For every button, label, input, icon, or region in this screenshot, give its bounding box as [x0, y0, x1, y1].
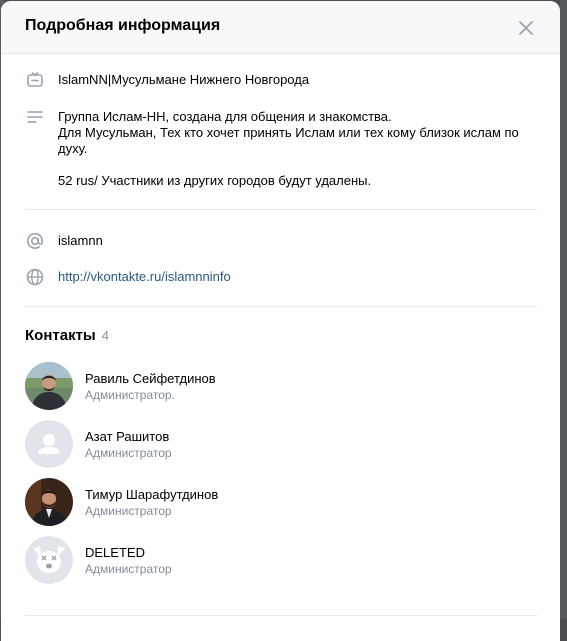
- contact-name[interactable]: Равиль Сейфетдинов: [85, 370, 216, 387]
- globe-icon: [26, 268, 44, 286]
- contact-item[interactable]: Азат Рашитов Администратор: [25, 419, 525, 469]
- contact-name[interactable]: Тимур Шарафутдинов: [85, 486, 218, 503]
- website-row: http://vkontakte.ru/islamnninfo: [25, 267, 231, 287]
- contacts-heading: Контакты 4: [25, 327, 109, 344]
- user-photo-icon: [25, 362, 73, 410]
- close-button[interactable]: [515, 17, 537, 39]
- modal-header: Подробная информация: [1, 1, 560, 54]
- website-link[interactable]: http://vkontakte.ru/islamnninfo: [58, 269, 231, 285]
- contact-role: Администратор.: [85, 387, 175, 402]
- contact-role: Администратор: [85, 503, 172, 518]
- contact-item[interactable]: Тимур Шарафутдинов Администратор: [25, 477, 525, 527]
- modal-title: Подробная информация: [25, 17, 221, 34]
- contact-role: Администратор: [85, 561, 172, 576]
- description-row: Группа Ислам-НН, создана для общения и з…: [25, 107, 519, 189]
- group-name: IslamNN|Мусульмане Нижнего Новгорода: [58, 72, 310, 87]
- avatar[interactable]: [25, 536, 73, 584]
- description-line: 52 rus/ Участники из других городов буду…: [58, 173, 372, 188]
- divider: [25, 615, 537, 616]
- short-address-row: islamnn: [25, 231, 103, 251]
- contact-name[interactable]: Азат Рашитов: [85, 428, 172, 445]
- contact-role: Администратор: [85, 445, 172, 460]
- community-icon: [27, 72, 43, 87]
- user-placeholder-icon: [25, 420, 73, 468]
- contact-info: DELETED Администратор: [85, 544, 172, 577]
- avatar[interactable]: [25, 478, 73, 526]
- divider: [25, 306, 537, 307]
- contact-info: Азат Рашитов Администратор: [85, 428, 172, 461]
- avatar[interactable]: [25, 420, 73, 468]
- info-modal: Подробная информация IslamNN|Мусульмане …: [1, 1, 560, 641]
- close-icon: [519, 21, 533, 35]
- avatar[interactable]: [25, 362, 73, 410]
- page-backdrop-right: [560, 0, 567, 619]
- description-line: [58, 157, 519, 173]
- user-photo-icon: [25, 478, 73, 526]
- group-description: Группа Ислам-НН, создана для общения и з…: [58, 109, 519, 189]
- deleted-dog-icon: [25, 536, 73, 584]
- group-name-row: IslamNN|Мусульмане Нижнего Новгорода: [25, 70, 309, 90]
- divider: [25, 209, 537, 210]
- contact-name[interactable]: DELETED: [85, 544, 172, 561]
- short-address: islamnn: [58, 233, 103, 248]
- description-line: Для Мусульман, Тех кто хочет принять Исл…: [58, 125, 519, 140]
- contact-info: Равиль Сейфетдинов Администратор.: [85, 370, 216, 403]
- contacts-count: 4: [101, 328, 109, 343]
- contact-item[interactable]: DELETED Администратор: [25, 535, 525, 585]
- at-sign-icon: [27, 232, 44, 249]
- description-line: Группа Ислам-НН, создана для общения и з…: [58, 109, 392, 124]
- contact-item[interactable]: Равиль Сейфетдинов Администратор.: [25, 361, 525, 411]
- text-lines-icon: [27, 111, 43, 123]
- contacts-title: Контакты: [25, 327, 96, 344]
- description-line: духу.: [58, 141, 88, 156]
- contact-info: Тимур Шарафутдинов Администратор: [85, 486, 218, 519]
